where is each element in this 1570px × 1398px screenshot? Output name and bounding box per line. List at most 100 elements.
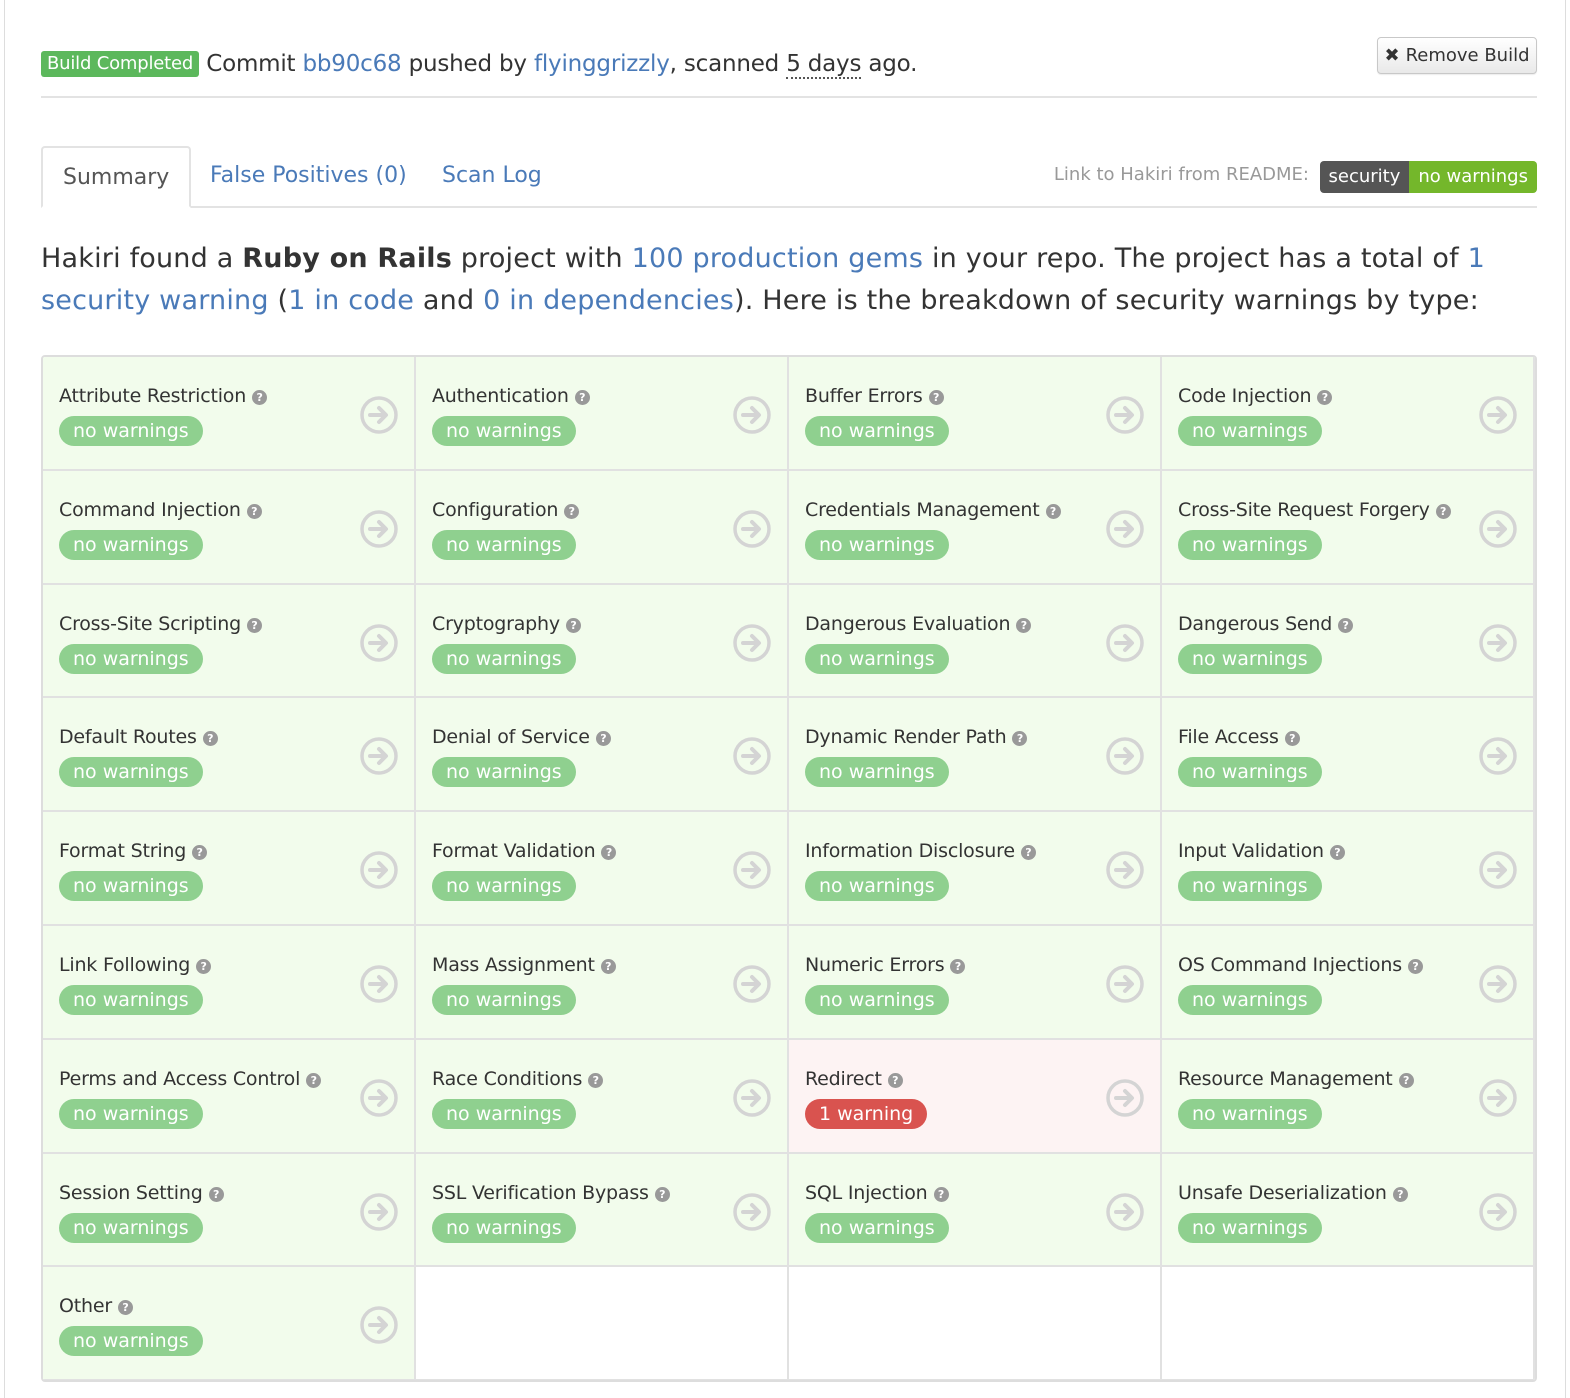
question-circle-icon[interactable]: ? <box>950 958 966 974</box>
scan-age[interactable]: 5 days <box>786 51 861 79</box>
arrow-circle-right-icon[interactable] <box>360 1192 398 1231</box>
question-circle-icon[interactable]: ? <box>588 1072 604 1088</box>
question-circle-icon[interactable]: ? <box>1012 731 1028 747</box>
arrow-circle-right-icon[interactable] <box>1479 737 1517 776</box>
question-circle-icon[interactable]: ? <box>306 1072 322 1088</box>
question-circle-icon[interactable]: ? <box>1329 845 1345 861</box>
commit-hash-link[interactable]: bb90c68 <box>303 51 402 77</box>
question-circle-icon[interactable]: ? <box>887 1072 903 1088</box>
category-cell[interactable]: Unsafe Deserialization? no warnings <box>1162 1153 1535 1268</box>
category-cell[interactable]: Command Injection? no warnings <box>43 470 416 585</box>
category-cell[interactable]: Race Conditions? no warnings <box>416 1039 789 1154</box>
question-circle-icon[interactable]: ? <box>1392 1186 1408 1202</box>
arrow-circle-right-icon[interactable] <box>733 510 771 548</box>
arrow-circle-right-icon[interactable] <box>360 965 398 1003</box>
category-cell[interactable]: Mass Assignment? no warnings <box>416 925 789 1040</box>
question-circle-icon[interactable]: ? <box>933 1186 949 1202</box>
category-cell[interactable]: Session Setting? no warnings <box>43 1153 416 1268</box>
category-cell[interactable]: Buffer Errors? no warnings <box>789 357 1162 471</box>
question-circle-icon[interactable]: ? <box>1016 617 1032 633</box>
category-cell[interactable]: Redirect? 1 warning <box>789 1039 1162 1154</box>
category-cell[interactable]: OS Command Injections? no warnings <box>1162 925 1535 1040</box>
arrow-circle-right-icon[interactable] <box>360 623 398 662</box>
question-circle-icon[interactable]: ? <box>252 390 268 405</box>
question-circle-icon[interactable]: ? <box>600 958 616 974</box>
code-warnings-link[interactable]: 1 in code <box>288 285 414 316</box>
question-circle-icon[interactable]: ? <box>928 390 944 405</box>
arrow-circle-right-icon[interactable] <box>733 396 771 434</box>
arrow-circle-right-icon[interactable] <box>733 623 771 662</box>
question-circle-icon[interactable]: ? <box>1317 390 1333 405</box>
category-cell[interactable]: Numeric Errors? no warnings <box>789 925 1162 1040</box>
category-cell[interactable]: Cryptography? no warnings <box>416 584 789 699</box>
question-circle-icon[interactable]: ? <box>192 845 208 861</box>
category-cell[interactable]: Cross-Site Scripting? no warnings <box>43 584 416 699</box>
category-cell[interactable]: Input Validation? no warnings <box>1162 812 1535 926</box>
arrow-circle-right-icon[interactable] <box>1479 965 1517 1003</box>
arrow-circle-right-icon[interactable] <box>360 396 398 434</box>
arrow-circle-right-icon[interactable] <box>1479 510 1517 548</box>
remove-build-button[interactable]: ✖ Remove Build <box>1377 37 1537 74</box>
question-circle-icon[interactable]: ? <box>1338 617 1354 633</box>
security-badge[interactable]: security no warnings <box>1319 161 1537 193</box>
category-cell[interactable]: Denial of Service? no warnings <box>416 698 789 813</box>
question-circle-icon[interactable]: ? <box>1435 503 1451 519</box>
arrow-circle-right-icon[interactable] <box>733 1079 771 1117</box>
dependency-warnings-link[interactable]: 0 in dependencies <box>483 285 734 316</box>
category-cell[interactable]: Link Following? no warnings <box>43 925 416 1040</box>
arrow-circle-right-icon[interactable] <box>1479 623 1517 662</box>
arrow-circle-right-icon[interactable] <box>360 737 398 776</box>
arrow-circle-right-icon[interactable] <box>733 737 771 776</box>
production-gems-link[interactable]: 100 production gems <box>632 243 924 274</box>
arrow-circle-right-icon[interactable] <box>733 965 771 1003</box>
arrow-circle-right-icon[interactable] <box>360 510 398 548</box>
question-circle-icon[interactable]: ? <box>654 1186 670 1202</box>
user-link[interactable]: flyinggrizzly <box>534 51 670 77</box>
arrow-circle-right-icon[interactable] <box>1106 623 1144 662</box>
arrow-circle-right-icon[interactable] <box>733 851 771 889</box>
category-cell[interactable]: Perms and Access Control? no warnings <box>43 1039 416 1154</box>
category-cell[interactable]: Default Routes? no warnings <box>43 698 416 813</box>
category-cell[interactable]: Cross-Site Request Forgery? no warnings <box>1162 470 1535 585</box>
arrow-circle-right-icon[interactable] <box>1106 510 1144 548</box>
category-cell[interactable]: Dangerous Evaluation? no warnings <box>789 584 1162 699</box>
question-circle-icon[interactable]: ? <box>117 1300 133 1316</box>
category-cell[interactable]: Other? no warnings <box>43 1267 416 1380</box>
tab-false-positives[interactable]: False Positives (0) <box>190 146 427 208</box>
question-circle-icon[interactable]: ? <box>1020 845 1036 861</box>
arrow-circle-right-icon[interactable] <box>733 1192 771 1231</box>
category-cell[interactable]: Dangerous Send? no warnings <box>1162 584 1535 699</box>
tab-scan-log[interactable]: Scan Log <box>422 146 562 208</box>
arrow-circle-right-icon[interactable] <box>1106 1192 1144 1231</box>
question-circle-icon[interactable]: ? <box>202 731 218 747</box>
category-cell[interactable]: File Access? no warnings <box>1162 698 1535 813</box>
category-cell[interactable]: Code Injection? no warnings <box>1162 357 1535 471</box>
arrow-circle-right-icon[interactable] <box>1479 1079 1517 1117</box>
question-circle-icon[interactable]: ? <box>1045 503 1061 519</box>
category-cell[interactable]: Information Disclosure? no warnings <box>789 812 1162 926</box>
category-cell[interactable]: Credentials Management? no warnings <box>789 470 1162 585</box>
category-cell[interactable]: Configuration? no warnings <box>416 470 789 585</box>
category-cell[interactable]: Dynamic Render Path? no warnings <box>789 698 1162 813</box>
question-circle-icon[interactable]: ? <box>574 390 590 405</box>
category-cell[interactable]: SQL Injection? no warnings <box>789 1153 1162 1268</box>
question-circle-icon[interactable]: ? <box>601 845 617 861</box>
arrow-circle-right-icon[interactable] <box>360 1306 398 1345</box>
arrow-circle-right-icon[interactable] <box>1106 965 1144 1003</box>
question-circle-icon[interactable]: ? <box>246 503 262 519</box>
arrow-circle-right-icon[interactable] <box>1479 396 1517 434</box>
question-circle-icon[interactable]: ? <box>564 503 580 519</box>
category-cell[interactable]: SSL Verification Bypass? no warnings <box>416 1153 789 1268</box>
arrow-circle-right-icon[interactable] <box>1106 396 1144 434</box>
question-circle-icon[interactable]: ? <box>595 731 611 747</box>
category-cell[interactable]: Format String? no warnings <box>43 812 416 926</box>
question-circle-icon[interactable]: ? <box>565 617 581 633</box>
question-circle-icon[interactable]: ? <box>1284 731 1300 747</box>
category-cell[interactable]: Format Validation? no warnings <box>416 812 789 926</box>
arrow-circle-right-icon[interactable] <box>360 1079 398 1117</box>
category-cell[interactable]: Resource Management? no warnings <box>1162 1039 1535 1154</box>
arrow-circle-right-icon[interactable] <box>1106 737 1144 776</box>
arrow-circle-right-icon[interactable] <box>1106 1079 1144 1117</box>
question-circle-icon[interactable]: ? <box>196 958 212 974</box>
arrow-circle-right-icon[interactable] <box>1479 1192 1517 1231</box>
